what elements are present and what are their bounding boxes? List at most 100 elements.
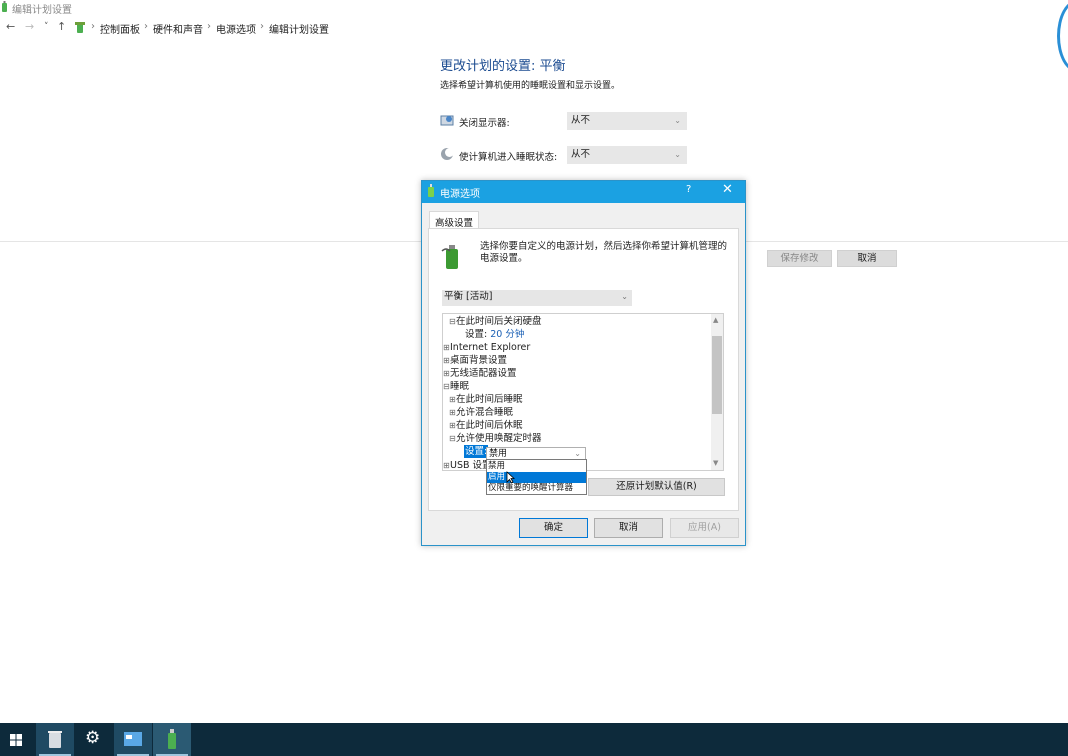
tree-item-label: 在此时间后睡眠 xyxy=(456,394,523,405)
expand-icon[interactable]: ⊞ xyxy=(443,367,450,380)
expand-icon[interactable]: ⊞ xyxy=(449,393,456,406)
tree-item-wake-timers[interactable]: ⊟允许使用唤醒定时器 xyxy=(449,432,542,445)
settings-gear-icon: ⚙ xyxy=(85,728,101,748)
wake-timer-dropdown-list[interactable]: 禁用 启用 仅限重要的唤醒计算器 xyxy=(486,459,587,495)
breadcrumb-separator: › xyxy=(91,21,95,32)
address-bar: ← → ˅ ↑ › 控制面板 › 硬件和声音 › 电源选项 › 编辑计划设置 xyxy=(0,18,1068,38)
breadcrumb-separator: › xyxy=(144,21,148,32)
dialog-title: 电源选项 xyxy=(440,189,480,200)
collapse-icon[interactable]: ⊟ xyxy=(449,432,456,445)
tree-item-hybrid-sleep[interactable]: ⊞允许混合睡眠 xyxy=(449,406,513,419)
taskbar: ⚙ xyxy=(0,723,1068,756)
forward-button[interactable]: → xyxy=(25,20,34,33)
power-options-dialog: 电源选项 ? ✕ 高级设置 选择你要自定义的电源计划，然后选择你希望计算机管理的… xyxy=(421,180,746,546)
taskbar-settings[interactable]: ⚙ xyxy=(75,723,113,756)
tree-item-desktop-bg[interactable]: ⊞桌面背景设置 xyxy=(443,354,507,367)
windows-start-button[interactable] xyxy=(0,723,32,756)
setting-prefix: 设置: xyxy=(465,329,488,340)
help-button[interactable]: ? xyxy=(686,184,691,195)
option-disable[interactable]: 禁用 xyxy=(487,461,586,472)
tree-item-sleep[interactable]: ⊟睡眠 xyxy=(443,380,469,393)
tree-item-label: 无线适配器设置 xyxy=(450,368,517,379)
sleep-moon-icon xyxy=(441,148,454,160)
display-off-select[interactable]: 从不 ⌄ xyxy=(567,112,687,130)
option-enable[interactable]: 启用 xyxy=(487,472,586,483)
tree-item-label: Internet Explorer xyxy=(450,342,531,353)
up-button[interactable]: ↑ xyxy=(57,20,66,33)
tree-item-label: 在此时间后关闭硬盘 xyxy=(456,316,542,327)
recycle-bin-icon xyxy=(48,731,62,748)
breadcrumb-separator: › xyxy=(207,21,211,32)
sleep-value: 从不 xyxy=(571,149,591,160)
display-off-label: 关闭显示器: xyxy=(459,118,510,129)
tab-advanced-settings[interactable]: 高级设置 xyxy=(429,211,479,229)
dialog-titlebar: 电源选项 ? ✕ xyxy=(422,181,745,203)
tree-item-hibernate-after[interactable]: ⊞在此时间后休眠 xyxy=(449,419,523,432)
restore-defaults-button[interactable]: 还原计划默认值(R) xyxy=(588,478,725,496)
plan-select-value: 平衡 [活动] xyxy=(444,291,493,302)
breadcrumb-control-panel[interactable]: 控制面板 xyxy=(100,21,140,36)
window-title: 编辑计划设置 xyxy=(12,5,72,16)
scrollbar-thumb[interactable] xyxy=(712,336,722,414)
apply-button[interactable]: 应用(A) xyxy=(670,518,739,538)
chevron-down-icon: ⌄ xyxy=(621,292,628,301)
save-changes-button[interactable]: 保存修改 xyxy=(767,250,832,267)
tree-item-label: 桌面背景设置 xyxy=(450,355,508,366)
tree-item-label: 睡眠 xyxy=(450,381,470,392)
power-plan-icon xyxy=(2,1,7,12)
plan-select[interactable]: 平衡 [活动] ⌄ xyxy=(442,290,632,306)
breadcrumb-hardware-sound[interactable]: 硬件和声音 xyxy=(153,21,203,36)
tree-item-sleep-after[interactable]: ⊞在此时间后睡眠 xyxy=(449,393,523,406)
scroll-up-icon[interactable]: ▲ xyxy=(713,316,718,324)
tree-item-usb[interactable]: ⊞USB 设置 xyxy=(443,459,492,470)
tree-item-wireless[interactable]: ⊞无线适配器设置 xyxy=(443,367,517,380)
scroll-down-icon[interactable]: ▼ xyxy=(713,459,718,467)
expand-icon[interactable]: ⊞ xyxy=(443,354,450,367)
dialog-cancel-button[interactable]: 取消 xyxy=(594,518,663,538)
sleep-label: 使计算机进入睡眠状态: xyxy=(459,152,558,163)
page-subtitle: 选择希望计算机使用的睡眠设置和显示设置。 xyxy=(440,81,621,91)
expand-icon[interactable]: ⊞ xyxy=(449,406,456,419)
mouse-cursor-icon xyxy=(506,471,515,484)
recent-locations-button[interactable]: ˅ xyxy=(44,22,49,32)
chevron-down-icon: ⌄ xyxy=(674,150,681,159)
battery-plug-icon xyxy=(441,245,458,269)
monitor-icon xyxy=(440,115,454,126)
vertical-scrollbar[interactable]: ▲ ▼ xyxy=(711,314,723,470)
tree-item-disk-off[interactable]: ⊟在此时间后关闭硬盘 xyxy=(449,315,542,328)
power-options-icon xyxy=(168,729,176,749)
taskbar-control-panel[interactable] xyxy=(114,723,152,756)
collapse-icon[interactable]: ⊟ xyxy=(443,380,450,393)
option-important-only[interactable]: 仅限重要的唤醒计算器 xyxy=(487,483,586,494)
control-panel-icon xyxy=(124,732,142,746)
windows-start-icon xyxy=(10,734,22,746)
breadcrumb-separator: › xyxy=(260,21,264,32)
tree-item-label: 在此时间后休眠 xyxy=(456,420,523,431)
expand-icon[interactable]: ⊞ xyxy=(443,459,450,470)
taskbar-recycle-bin[interactable] xyxy=(36,723,74,756)
back-button[interactable]: ← xyxy=(6,20,15,33)
tree-item-label: 允许混合睡眠 xyxy=(456,407,514,418)
window-titlebar: 编辑计划设置 xyxy=(0,0,1068,16)
control-panel-icon xyxy=(75,22,85,33)
ok-button[interactable]: 确定 xyxy=(519,518,588,538)
close-button[interactable]: ✕ xyxy=(722,182,733,197)
taskbar-power-options[interactable] xyxy=(153,723,191,756)
expand-icon[interactable]: ⊞ xyxy=(443,341,450,354)
cancel-button[interactable]: 取消 xyxy=(837,250,897,267)
tree-item-ie[interactable]: ⊞Internet Explorer xyxy=(443,341,530,354)
breadcrumb-edit-plan[interactable]: 编辑计划设置 xyxy=(269,21,329,36)
chevron-down-icon: ⌄ xyxy=(674,116,681,125)
dialog-description: 选择你要自定义的电源计划，然后选择你希望计算机管理的电源设置。 xyxy=(480,241,728,264)
setting-label-selected: 设置: xyxy=(464,445,489,458)
sleep-select[interactable]: 从不 ⌄ xyxy=(567,146,687,164)
power-plan-icon xyxy=(428,184,434,197)
tree-item-label: 允许使用唤醒定时器 xyxy=(456,433,542,444)
tree-item-setting[interactable]: 设置: 20 分钟 xyxy=(465,328,524,341)
page-title: 更改计划的设置: 平衡 xyxy=(440,59,566,74)
setting-value-link[interactable]: 20 分钟 xyxy=(490,329,524,340)
combo-value: 禁用 xyxy=(489,449,508,459)
expand-icon[interactable]: ⊞ xyxy=(449,419,456,432)
collapse-icon[interactable]: ⊟ xyxy=(449,315,456,328)
breadcrumb-power-options[interactable]: 电源选项 xyxy=(216,21,256,36)
